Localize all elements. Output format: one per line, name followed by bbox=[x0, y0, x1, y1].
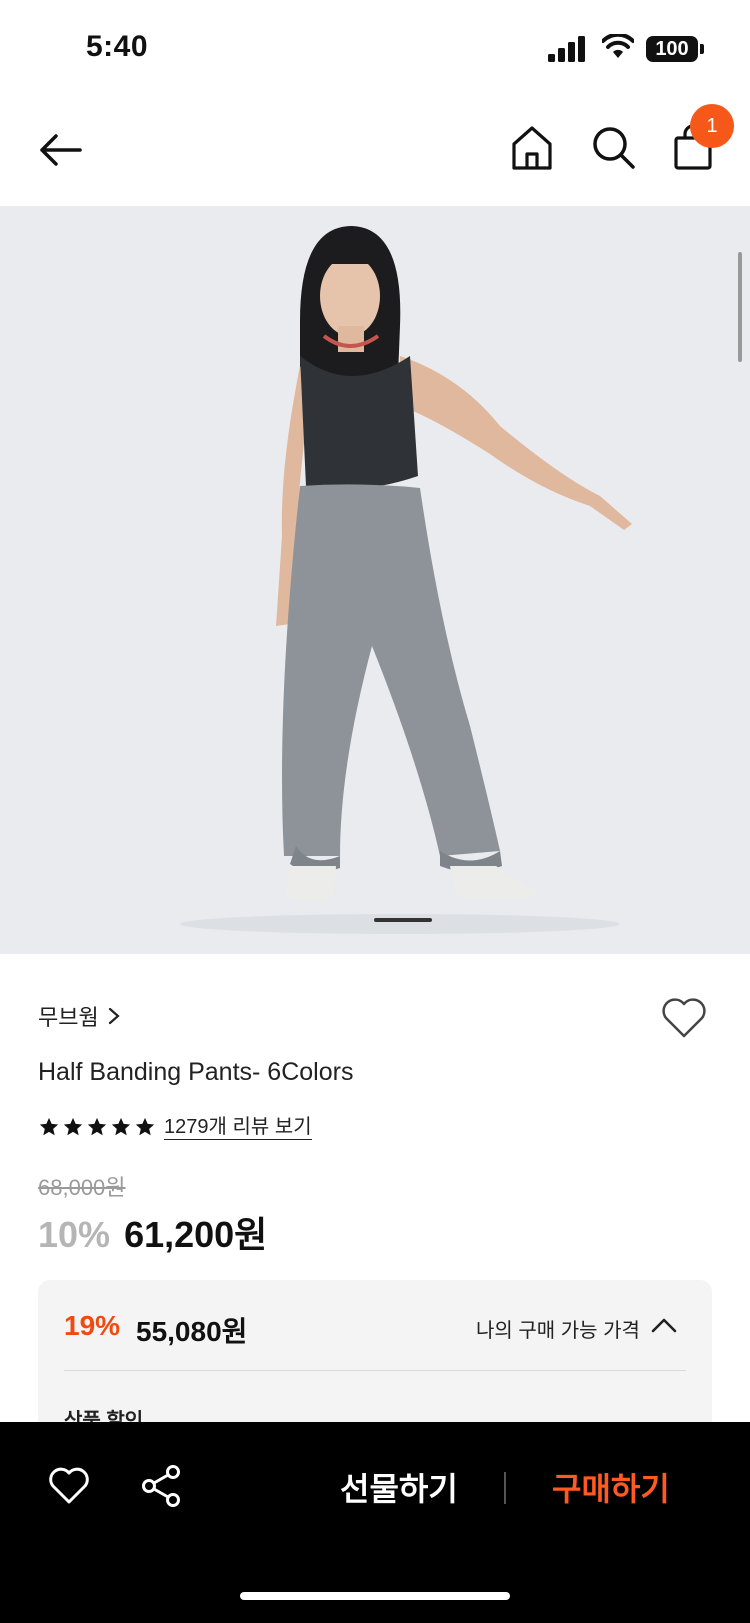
search-icon[interactable] bbox=[590, 124, 636, 170]
review-link[interactable]: 1279개 리뷰 보기 bbox=[164, 1115, 312, 1140]
brand-name: 무브웜 bbox=[38, 1005, 99, 1030]
discount-rate: 10% bbox=[38, 1214, 111, 1255]
gift-button[interactable]: 선물하기 bbox=[340, 1464, 458, 1510]
battery-tip bbox=[700, 44, 704, 54]
back-arrow-icon[interactable] bbox=[36, 125, 86, 175]
status-time: 5:40 bbox=[86, 30, 149, 63]
divider bbox=[504, 1472, 506, 1504]
product-image-carousel[interactable] bbox=[0, 206, 750, 954]
home-icon[interactable] bbox=[510, 124, 554, 172]
product-title: Half Banding Pants- 6Colors bbox=[38, 1058, 354, 1086]
battery-icon: 100 bbox=[646, 36, 698, 62]
product-photo bbox=[0, 206, 750, 954]
sale-price: 61,200원 bbox=[124, 1214, 268, 1255]
heart-icon[interactable] bbox=[48, 1466, 90, 1506]
cart-count-badge: 1 bbox=[690, 104, 734, 148]
my-discount-rate: 19% bbox=[64, 1310, 121, 1341]
price-row: 10% 61,200원 bbox=[38, 1206, 267, 1258]
home-indicator bbox=[240, 1592, 510, 1600]
divider bbox=[64, 1370, 686, 1371]
star-icon bbox=[39, 1117, 59, 1136]
wishlist-heart-icon[interactable] bbox=[660, 996, 708, 1040]
share-icon[interactable] bbox=[140, 1464, 182, 1508]
my-price-toggle-label[interactable]: 나의 구매 가능 가격 bbox=[476, 1314, 640, 1343]
star-icon bbox=[111, 1117, 131, 1136]
my-price: 55,080원 bbox=[136, 1316, 248, 1347]
star-icon bbox=[87, 1117, 107, 1136]
chevron-right-icon bbox=[108, 1007, 120, 1025]
wifi-icon bbox=[602, 34, 634, 58]
status-bar: 5:40 100 bbox=[0, 0, 750, 100]
scrollbar[interactable] bbox=[738, 252, 742, 362]
bottom-action-bar: 선물하기 구매하기 bbox=[0, 1422, 750, 1623]
rating-row: 1279개 리뷰 보기 bbox=[38, 1112, 312, 1142]
buy-button[interactable]: 구매하기 bbox=[552, 1464, 670, 1510]
star-icon bbox=[135, 1117, 155, 1136]
original-price: 68,000원 bbox=[38, 1175, 126, 1200]
top-navigation-bar bbox=[0, 100, 750, 204]
chevron-up-icon[interactable] bbox=[650, 1314, 678, 1336]
signal-icon bbox=[548, 36, 585, 62]
star-icon bbox=[63, 1117, 83, 1136]
brand-link[interactable]: 무브웜 bbox=[38, 1000, 121, 1032]
carousel-page-indicator bbox=[374, 918, 432, 922]
star-rating bbox=[38, 1116, 156, 1138]
